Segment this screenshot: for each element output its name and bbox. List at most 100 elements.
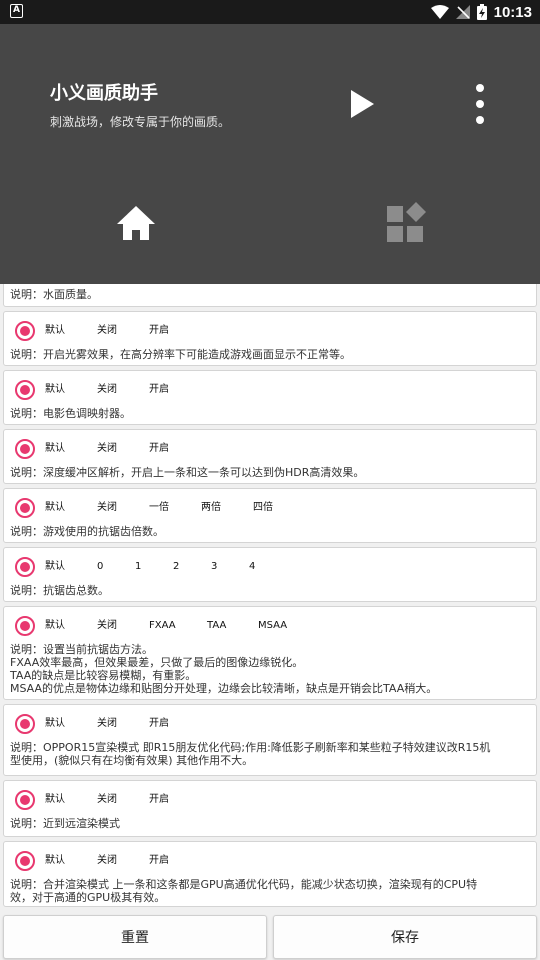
option-label[interactable]: 默认 <box>45 443 65 455</box>
option-label[interactable]: 4 <box>249 561 255 573</box>
setting-description: 说明：游戏使用的抗锯齿倍数。 <box>10 525 164 538</box>
option-label[interactable]: 默认 <box>45 502 65 514</box>
setting-description: 说明：近到远渲染模式 <box>10 817 120 830</box>
option-group: 默认 关闭 开启 <box>4 371 536 409</box>
radio-selected[interactable] <box>15 557 35 577</box>
setting-description: 说明：水面质量。 <box>10 288 98 301</box>
option-label[interactable]: 默认 <box>45 325 65 337</box>
option-label[interactable]: 默认 <box>45 718 65 730</box>
option-label[interactable]: 开启 <box>149 325 169 337</box>
option-label[interactable]: 开启 <box>149 794 169 806</box>
clock: 10:13 <box>493 3 532 21</box>
setting-description: 说明：深度缓冲区解析，开启上一条和这一条可以达到伪HDR高清效果。 <box>10 466 364 479</box>
settings-card: 默认 关闭 一倍 两倍 四倍说明：游戏使用的抗锯齿倍数。 <box>3 488 537 543</box>
no-signal-icon <box>455 5 470 19</box>
option-label[interactable]: 开启 <box>149 384 169 396</box>
option-label[interactable]: 四倍 <box>253 502 273 514</box>
settings-card: 默认 关闭 开启说明：电影色调映射器。 <box>3 370 537 425</box>
widgets-tab[interactable] <box>378 200 434 248</box>
option-label[interactable]: 一倍 <box>149 502 169 514</box>
description-line: 说明：开启光雾效果，在高分辨率下可能造成游戏画面显示不正常等。 <box>10 348 351 361</box>
option-label[interactable]: 关闭 <box>97 718 117 730</box>
option-label[interactable]: 关闭 <box>97 443 117 455</box>
setting-description: 说明：设置当前抗锯齿方法。 FXAA效率最高，但效果最差，只做了最后的图像边缘锐化… <box>10 643 437 695</box>
option-label[interactable]: 开启 <box>149 443 169 455</box>
home-tab[interactable] <box>108 200 164 248</box>
radio-selected[interactable] <box>15 321 35 341</box>
option-group: 默认 关闭 开启 <box>4 842 536 880</box>
option-label[interactable]: 默认 <box>45 384 65 396</box>
option-label[interactable]: 1 <box>135 561 141 573</box>
settings-card: 默认 关闭 开启说明：开启光雾效果，在高分辨率下可能造成游戏画面显示不正常等。 <box>3 311 537 366</box>
option-label[interactable]: 默认 <box>45 561 65 573</box>
settings-card: 默认 关闭 FXAA TAA MSAA 说明：设置当前抗锯齿方法。 FXAA效率最高，但效果… <box>3 606 537 700</box>
option-label[interactable]: 关闭 <box>97 384 117 396</box>
option-label[interactable]: 开启 <box>149 718 169 730</box>
setting-description: 说明：开启光雾效果，在高分辨率下可能造成游戏画面显示不正常等。 <box>10 348 351 361</box>
settings-card: 默认 关闭 开启说明：合并渲染模式 上一条和这条都是GPU高通优化代码，能减少状态切… <box>3 841 537 907</box>
more-options-button[interactable] <box>464 82 496 126</box>
bottom-bar: 重置 保存 <box>0 912 540 960</box>
status-icons: 10:13 <box>430 0 532 24</box>
play-icon <box>351 90 374 118</box>
option-label[interactable]: 2 <box>173 561 179 573</box>
option-label[interactable]: 默认 <box>45 855 65 867</box>
description-line: 说明：OPPOR15宣染模式 即R15朋友优化代码;作用:降低影子刷新率和某些粒… <box>10 741 491 754</box>
battery-charging-icon <box>476 4 487 20</box>
description-line: 说明：近到远渲染模式 <box>10 817 120 830</box>
setting-description: 说明：抗锯齿总数。 <box>10 584 109 597</box>
option-label[interactable]: 默认 <box>45 620 65 632</box>
option-label[interactable]: 两倍 <box>201 502 221 514</box>
description-line: 说明：游戏使用的抗锯齿倍数。 <box>10 525 164 538</box>
settings-card: 默认 0 1 2 3 4 说明：抗锯齿总数。 <box>3 547 537 602</box>
option-group: 默认 关闭 FXAA TAA MSAA <box>4 607 536 645</box>
radio-selected[interactable] <box>15 851 35 871</box>
radio-selected[interactable] <box>15 714 35 734</box>
reset-button[interactable]: 重置 <box>3 915 267 959</box>
option-label[interactable]: MSAA <box>258 620 287 632</box>
description-line: 说明：合并渲染模式 上一条和这条都是GPU高通优化代码，能减少状态切换，渲染现有… <box>10 878 478 891</box>
description-line: 型使用，(貌似只有在均衡有效果) 其他作用不大。 <box>10 754 254 767</box>
option-label[interactable]: 开启 <box>149 855 169 867</box>
play-button[interactable] <box>340 84 384 124</box>
option-label[interactable]: 关闭 <box>97 325 117 337</box>
home-icon <box>117 206 155 240</box>
option-group: 默认 0 1 2 3 4 <box>4 548 536 586</box>
description-line: MSAA的优点是物体边缘和贴图分开处理，边缘会比较清晰，缺点是开销会比TAA稍大… <box>10 682 438 695</box>
app-header: 小义画质助手 刺激战场，修改专属于你的画质。 <box>0 24 540 284</box>
app-subtitle: 刺激战场，修改专属于你的画质。 <box>50 115 231 129</box>
option-label[interactable]: FXAA <box>149 620 176 632</box>
description-line: FXAA效率最高，但效果最差，只做了最后的图像边缘锐化。 <box>10 656 304 669</box>
app-title: 小义画质助手 <box>50 83 158 104</box>
radio-selected[interactable] <box>15 439 35 459</box>
widgets-icon <box>387 202 426 242</box>
radio-selected[interactable] <box>15 380 35 400</box>
description-line: 说明：深度缓冲区解析，开启上一条和这一条可以达到伪HDR高清效果。 <box>10 466 365 479</box>
option-label[interactable]: 0 <box>97 561 103 573</box>
description-line: 说明：设置当前抗锯齿方法。 <box>10 643 153 656</box>
option-label[interactable]: 关闭 <box>97 502 117 514</box>
option-label[interactable]: 默认 <box>45 794 65 806</box>
option-label[interactable]: TAA <box>207 620 226 632</box>
settings-card: 说明：水面质量。 <box>3 284 537 307</box>
radio-selected[interactable] <box>15 616 35 636</box>
option-group: 默认 关闭 开启 <box>4 430 536 468</box>
settings-card: 默认 关闭 开启说明：OPPOR15宣染模式 即R15朋友优化代码;作用:降低影子刷… <box>3 704 537 776</box>
settings-card: 默认 关闭 开启说明：近到远渲染模式 <box>3 780 537 837</box>
radio-selected[interactable] <box>15 790 35 810</box>
description-line: 效，对于高通的GPU极其有效。 <box>10 891 166 904</box>
option-label[interactable]: 关闭 <box>97 620 117 632</box>
wifi-icon <box>430 5 449 19</box>
option-label[interactable]: 3 <box>211 561 217 573</box>
save-button[interactable]: 保存 <box>273 915 537 959</box>
option-label[interactable]: 关闭 <box>97 794 117 806</box>
setting-description: 说明：合并渲染模式 上一条和这条都是GPU高通优化代码，能减少状态切换，渲染现有… <box>10 878 477 904</box>
description-line: 说明：电影色调映射器。 <box>10 407 131 420</box>
description-line: 说明：抗锯齿总数。 <box>10 584 109 597</box>
radio-selected[interactable] <box>15 498 35 518</box>
option-label[interactable]: 关闭 <box>97 855 117 867</box>
more-vert-icon <box>476 84 484 124</box>
settings-list[interactable]: 说明：水面质量。 默认 关闭 开启 说明：开启光雾效果，在高分辨率下可能造成游戏画面显… <box>0 284 540 912</box>
setting-description: 说明：电影色调映射器。 <box>10 407 131 420</box>
notification-icon: A <box>10 4 23 18</box>
